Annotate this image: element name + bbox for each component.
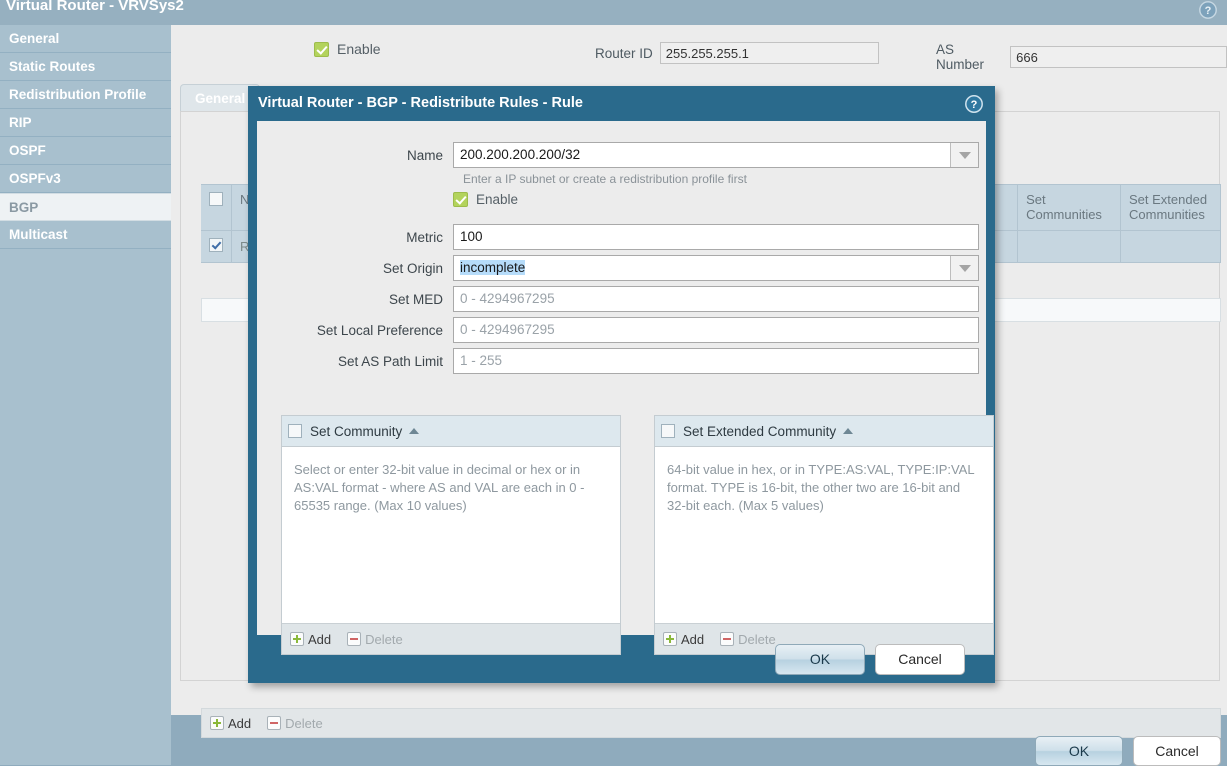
- sidebar-item-static-routes[interactable]: Static Routes: [0, 53, 171, 81]
- dialog-titlebar: Virtual Router - BGP - Redistribute Rule…: [248, 86, 995, 121]
- set-community-header[interactable]: Set Community: [282, 416, 620, 447]
- sidebar-item-ospf[interactable]: OSPF: [0, 137, 171, 165]
- svg-text:?: ?: [971, 99, 978, 111]
- metric-field-row: Metric 100: [257, 224, 979, 250]
- set-med-input[interactable]: 0 - 4294967295: [453, 286, 979, 312]
- set-origin-field-row: Set Origin incomplete: [257, 255, 979, 281]
- checkbox-checked-icon[interactable]: [453, 192, 468, 207]
- dialog-footer-buttons: OK Cancel: [775, 644, 965, 675]
- set-as-path-limit-field-row: Set AS Path Limit 1 - 255: [257, 348, 979, 374]
- set-extended-community-group: Set Extended Community 64-bit value in h…: [654, 415, 994, 655]
- set-community-title: Set Community: [310, 423, 403, 439]
- svg-text:?: ?: [1205, 5, 1212, 17]
- dialog-cancel-button[interactable]: Cancel: [875, 644, 965, 675]
- set-community-description: Select or enter 32-bit value in decimal …: [294, 462, 585, 513]
- page-footer-buttons: OK Cancel: [1035, 736, 1221, 766]
- caret-up-icon[interactable]: [409, 428, 420, 434]
- sidebar-item-multicast[interactable]: Multicast: [0, 221, 171, 249]
- set-origin-input[interactable]: incomplete: [453, 255, 979, 281]
- chevron-down-icon[interactable]: [950, 143, 978, 167]
- sidebar-item-label: Multicast: [9, 227, 68, 242]
- as-number-label: AS Number: [936, 42, 985, 72]
- metric-label: Metric: [406, 229, 443, 245]
- set-origin-value: incomplete: [460, 260, 526, 275]
- checkbox-checked-icon: [314, 41, 329, 57]
- page-footer: OK Cancel: [0, 715, 1227, 766]
- sidebar-item-label: Redistribution Profile: [9, 87, 147, 102]
- set-extended-community-description: 64-bit value in hex, or in TYPE:AS:VAL, …: [667, 462, 975, 513]
- dialog-body: Name 200.200.200.200/32 Enter a IP subne…: [257, 121, 994, 655]
- sidebar-item-label: RIP: [9, 115, 32, 130]
- select-all-checkbox-cell[interactable]: [201, 184, 232, 231]
- sidebar-item-label: BGP: [9, 200, 39, 215]
- page-cancel-button[interactable]: Cancel: [1133, 736, 1221, 766]
- name-field-row: Name 200.200.200.200/32: [257, 142, 979, 168]
- page-title: Virtual Router - VRVSys2: [6, 0, 184, 14]
- name-input-value: 200.200.200.200/32: [460, 147, 581, 162]
- dialog-footer: OK Cancel: [248, 635, 995, 683]
- dialog-enable-label: Enable: [476, 192, 519, 207]
- set-as-path-limit-label: Set AS Path Limit: [337, 353, 443, 369]
- set-med-field-row: Set MED 0 - 4294967295: [257, 286, 979, 312]
- row-checkbox-cell[interactable]: [201, 230, 232, 263]
- dialog-title-text: Virtual Router - BGP - Redistribute Rule…: [258, 95, 583, 111]
- checkbox-unchecked-icon[interactable]: [288, 424, 302, 438]
- checkbox-unchecked-icon[interactable]: [661, 424, 675, 438]
- cell-set-communities: [1017, 230, 1122, 263]
- sidebar-item-rip[interactable]: RIP: [0, 109, 171, 137]
- sidebar-item-label: OSPFv3: [9, 171, 61, 186]
- set-community-group: Set Community Select or enter 32-bit val…: [281, 415, 621, 655]
- checkbox-unchecked-icon[interactable]: [209, 192, 223, 206]
- sidebar-item-general[interactable]: General: [0, 25, 171, 53]
- page-titlebar: Virtual Router - VRVSys2 ?: [0, 0, 1227, 25]
- redistribute-rule-dialog: Virtual Router - BGP - Redistribute Rule…: [248, 86, 995, 683]
- column-header-set-communities: Set Communities: [1017, 184, 1122, 231]
- help-circle-icon[interactable]: ?: [965, 95, 983, 113]
- set-local-preference-label: Set Local Preference: [316, 322, 443, 338]
- bgp-enable-checkbox[interactable]: Enable: [314, 41, 381, 57]
- router-id-input[interactable]: 255.255.255.1: [659, 42, 879, 64]
- name-hint: Enter a IP subnet or create a redistribu…: [463, 172, 747, 186]
- as-number-field: AS Number 666: [936, 42, 1227, 72]
- set-local-preference-input[interactable]: 0 - 4294967295: [453, 317, 979, 343]
- chevron-down-icon[interactable]: [950, 256, 978, 280]
- dialog-ok-button[interactable]: OK: [775, 644, 865, 675]
- checkbox-checked-icon[interactable]: [209, 238, 223, 252]
- column-header-set-extended-communities: Set Extended Communities: [1120, 184, 1221, 231]
- name-label: Name: [406, 147, 443, 163]
- sidebar-item-label: Static Routes: [9, 59, 96, 74]
- sidebar-item-label: General: [9, 31, 60, 46]
- sidebar-item-ospfv3[interactable]: OSPFv3: [0, 165, 171, 193]
- set-extended-community-header[interactable]: Set Extended Community: [655, 416, 993, 447]
- help-circle-icon[interactable]: ?: [1199, 1, 1217, 19]
- set-med-label: Set MED: [388, 291, 443, 307]
- as-number-input[interactable]: 666: [1010, 46, 1227, 68]
- name-input[interactable]: 200.200.200.200/32: [453, 142, 979, 168]
- sidebar: General Static Routes Redistribution Pro…: [0, 25, 171, 765]
- router-id-label: Router ID: [595, 45, 653, 61]
- bgp-enable-label: Enable: [337, 41, 381, 57]
- router-id-field: Router ID 255.255.255.1: [595, 42, 879, 64]
- sidebar-item-bgp[interactable]: BGP: [0, 193, 171, 221]
- caret-up-icon[interactable]: [843, 428, 854, 434]
- page-ok-button[interactable]: OK: [1035, 736, 1123, 766]
- bgp-toolbar: Enable Router ID 255.255.255.1 AS Number…: [171, 25, 1227, 72]
- dialog-enable-row: Enable: [257, 192, 518, 207]
- set-as-path-limit-input[interactable]: 1 - 255: [453, 348, 979, 374]
- metric-input[interactable]: 100: [453, 224, 979, 250]
- set-local-preference-field-row: Set Local Preference 0 - 4294967295: [257, 317, 979, 343]
- sidebar-item-redistribution-profile[interactable]: Redistribution Profile: [0, 81, 171, 109]
- cell-set-extended-communities: [1120, 230, 1221, 263]
- set-extended-community-title: Set Extended Community: [683, 423, 837, 439]
- set-origin-label: Set Origin: [382, 260, 443, 276]
- sidebar-item-label: OSPF: [9, 143, 46, 158]
